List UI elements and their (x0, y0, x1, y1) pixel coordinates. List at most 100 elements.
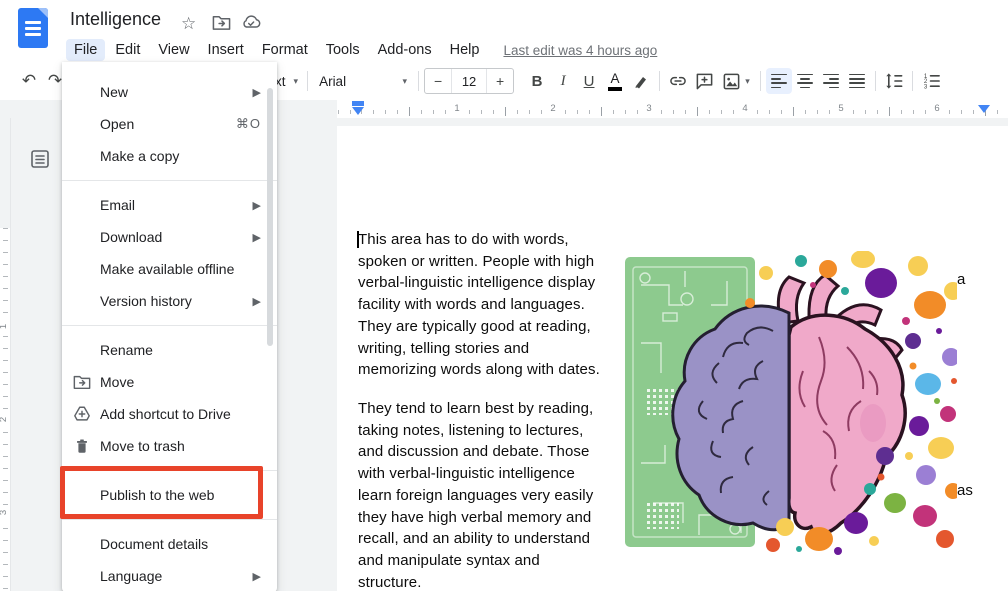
ruler-number: 6 (931, 103, 942, 114)
font-size-increase-button[interactable]: + (487, 69, 513, 93)
insert-link-button[interactable] (665, 68, 691, 94)
paragraph-1[interactable]: This area has to do with words, spoken o… (358, 229, 616, 381)
google-docs-window: Intelligence ☆ File Edit View Insert For… (0, 0, 1008, 591)
toolbar-divider (307, 71, 308, 91)
logo-line (25, 33, 41, 36)
ruler-number: 4 (739, 103, 750, 114)
font-size-decrease-button[interactable]: − (425, 69, 451, 93)
document-title[interactable]: Intelligence (70, 9, 161, 30)
vertical-ruler-margin (0, 118, 10, 228)
drive-add-icon (73, 405, 91, 423)
ruler-number: 3 (643, 103, 654, 114)
wrapped-text-fragment[interactable]: as (957, 482, 973, 499)
font-value: Arial (319, 74, 346, 89)
align-left-button[interactable] (766, 68, 792, 94)
chevron-down-icon: ▾ (745, 76, 750, 87)
first-line-indent-marker[interactable] (352, 101, 364, 106)
submenu-arrow-icon: ▶ (253, 86, 261, 99)
toolbar-divider (875, 71, 876, 91)
text-color-letter: A (611, 72, 620, 86)
right-indent-marker[interactable] (978, 105, 990, 113)
document-outline-button[interactable] (26, 145, 54, 173)
menu-item-label: New (100, 84, 128, 100)
submenu-arrow-icon: ▶ (253, 231, 261, 244)
menu-file[interactable]: File (66, 39, 105, 61)
font-family-dropdown[interactable]: Arial ▾ (313, 68, 413, 94)
menu-view[interactable]: View (150, 39, 197, 61)
vertical-ruler: 1 2 3 (0, 118, 11, 591)
italic-button[interactable]: I (550, 68, 576, 94)
star-icon[interactable]: ☆ (181, 14, 196, 34)
highlight-color-button[interactable] (628, 68, 654, 94)
menu-item-make-available-offline[interactable]: Make available offline (62, 253, 277, 285)
text-color-swatch (608, 87, 622, 91)
text-color-button[interactable]: A (602, 68, 628, 94)
submenu-arrow-icon: ▶ (253, 570, 261, 583)
svg-text:3: 3 (923, 83, 927, 90)
menu-item-label: Version history (100, 293, 192, 309)
menu-item-document-details[interactable]: Document details (62, 528, 277, 560)
brain-heart-image[interactable] (623, 251, 957, 557)
insert-image-button[interactable]: ▾ (717, 68, 755, 94)
bold-button[interactable]: B (524, 68, 550, 94)
menu-item-label: Move (100, 374, 134, 390)
menu-item-rename[interactable]: Rename (62, 334, 277, 366)
toolbar-divider (418, 71, 419, 91)
ruler-number: 1 (0, 322, 9, 331)
move-folder-icon (73, 373, 91, 391)
last-edit-link[interactable]: Last edit was 4 hours ago (503, 43, 657, 58)
move-folder-icon[interactable] (212, 14, 231, 31)
menu-item-download[interactable]: Download ▶ (62, 221, 277, 253)
numbered-list-button[interactable]: 123 (918, 68, 944, 94)
menu-item-language[interactable]: Language ▶ (62, 560, 277, 591)
font-size-input[interactable]: 12 (451, 69, 487, 93)
menu-divider (62, 180, 277, 181)
menu-format[interactable]: Format (254, 39, 316, 61)
align-center-button[interactable] (792, 68, 818, 94)
menu-item-label: Document details (100, 536, 208, 552)
text-cursor (357, 231, 359, 248)
underline-button[interactable]: U (576, 68, 602, 94)
menu-item-label: Language (100, 568, 162, 584)
menu-item-move[interactable]: Move (62, 366, 277, 398)
annotation-red-box (60, 466, 263, 519)
trash-icon (73, 437, 91, 455)
menu-tools[interactable]: Tools (318, 39, 368, 61)
align-right-button[interactable] (818, 68, 844, 94)
paragraph-2[interactable]: They tend to learn best by reading, taki… (358, 398, 616, 591)
menu-item-email[interactable]: Email ▶ (62, 189, 277, 221)
menu-item-label: Open (100, 116, 134, 132)
justify-button[interactable] (844, 68, 870, 94)
menu-item-new[interactable]: New ▶ (62, 76, 277, 108)
submenu-arrow-icon: ▶ (253, 295, 261, 308)
menu-insert[interactable]: Insert (200, 39, 252, 61)
menu-edit[interactable]: Edit (107, 39, 148, 61)
line-spacing-button[interactable] (881, 68, 907, 94)
menu-item-version-history[interactable]: Version history ▶ (62, 285, 277, 317)
menu-bar: File Edit View Insert Format Tools Add-o… (66, 38, 657, 62)
logo-line (25, 27, 41, 30)
chevron-down-icon: ▾ (403, 76, 408, 87)
undo-button[interactable]: ↶ (16, 68, 42, 94)
menu-item-label: Rename (100, 342, 153, 358)
cloud-saved-icon[interactable] (241, 14, 261, 30)
ruler-number: 1 (451, 103, 462, 114)
ruler-number: 3 (0, 508, 9, 517)
wrapped-text-fragment[interactable]: a (957, 271, 965, 288)
chevron-down-icon: ▾ (294, 76, 299, 87)
keyboard-shortcut: ⌘O (236, 116, 261, 132)
google-docs-logo[interactable] (18, 8, 48, 48)
menu-addons[interactable]: Add-ons (370, 39, 440, 61)
menu-scrollbar[interactable] (267, 88, 273, 346)
vertical-ruler-ticks (3, 228, 8, 591)
menu-divider (62, 519, 277, 520)
ruler-page-area: 1 2 3 4 5 6 (337, 100, 1008, 118)
toolbar-divider (912, 71, 913, 91)
add-comment-button[interactable] (691, 68, 717, 94)
left-indent-marker[interactable] (352, 107, 364, 115)
menu-help[interactable]: Help (442, 39, 488, 61)
menu-item-add-shortcut-to-drive[interactable]: Add shortcut to Drive (62, 398, 277, 430)
menu-item-open[interactable]: Open ⌘O (62, 108, 277, 140)
menu-item-make-a-copy[interactable]: Make a copy (62, 140, 277, 172)
menu-item-move-to-trash[interactable]: Move to trash (62, 430, 277, 462)
